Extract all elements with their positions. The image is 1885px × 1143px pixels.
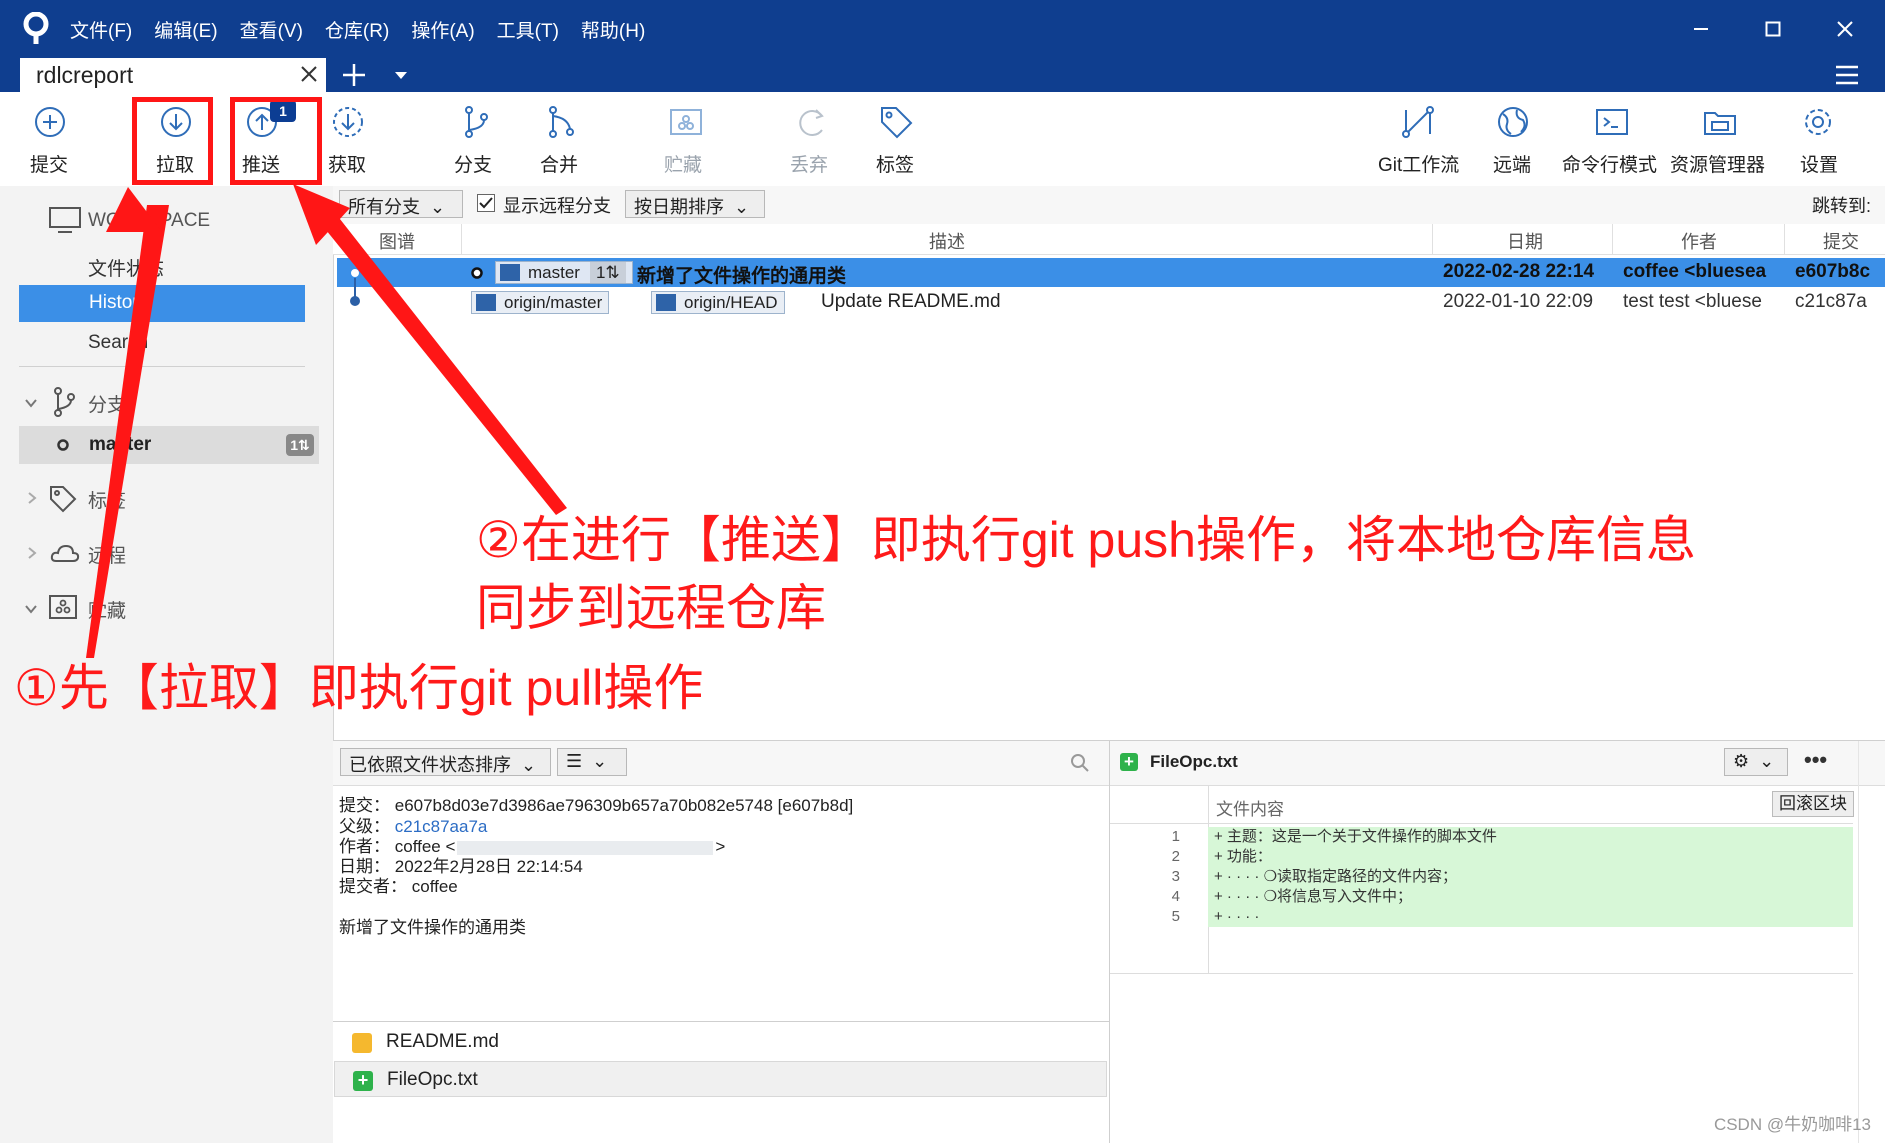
annotation-push-line2: 同步到远程仓库 bbox=[476, 580, 826, 636]
sourcetree-window: 文件(F) 编辑(E) 查看(V) 仓库(R) 操作(A) 工具(T) 帮助(H… bbox=[0, 0, 1885, 1143]
watermark-text: CSDN @牛奶咖啡13 bbox=[1713, 1115, 1871, 1134]
annotation-arrow-pull bbox=[86, 205, 169, 658]
annotation-push-line1: ②在进行【推送】即执行git push操作，将本地仓库信息 bbox=[476, 512, 1696, 568]
annotation-pull: ①先【拉取】即执行git pull操作 bbox=[14, 660, 704, 716]
annotation-arrow-push bbox=[322, 214, 567, 515]
